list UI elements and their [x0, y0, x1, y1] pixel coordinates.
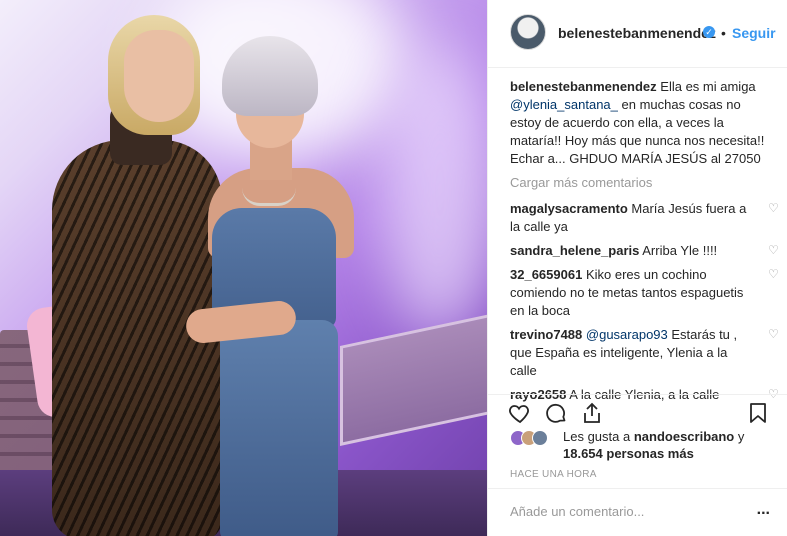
likes-count[interactable]: 18.654 personas más [563, 446, 694, 461]
heart-icon[interactable]: ♡ [768, 202, 780, 214]
comment-input[interactable]: Añade un comentario... [510, 504, 644, 519]
heart-icon[interactable]: ♡ [768, 328, 780, 340]
likes-prefix: Les gusta a [563, 429, 631, 444]
caption-mention[interactable]: @ylenia_santana_ [510, 97, 618, 112]
caption-username[interactable]: belenestebanmenendez [510, 79, 657, 94]
light-glow [380, 40, 487, 340]
list-item: trevino7488 @gusarapo93 Estarás tu , que… [510, 326, 779, 380]
comment-username[interactable]: trevino7488 [510, 327, 582, 342]
comment-bubble-icon[interactable] [544, 401, 568, 425]
background-crate [340, 314, 487, 446]
comment-mention[interactable]: @gusarapo93 [586, 327, 668, 342]
heart-icon[interactable] [508, 401, 532, 425]
likes-connector: y [737, 429, 745, 444]
more-options-icon[interactable]: ... [757, 501, 770, 519]
avatar[interactable] [510, 14, 546, 50]
bookmark-icon[interactable] [746, 401, 770, 425]
add-comment-bar: Añade un comentario... ... [488, 488, 787, 536]
likes-text: Les gusta a nandoescribano y 18.654 pers… [563, 428, 783, 462]
post-timestamp[interactable]: HACE UNA HORA [510, 469, 597, 480]
list-item: sandra_helene_paris Arriba Yle !!!! ♡ [510, 242, 779, 260]
comment-username[interactable]: sandra_helene_paris [510, 243, 639, 258]
heart-icon[interactable]: ♡ [768, 244, 780, 256]
share-icon[interactable] [580, 401, 604, 425]
comment-text: Arriba Yle !!!! [642, 243, 718, 258]
caption-text-before: Ella es mi amiga [660, 79, 756, 94]
heart-icon[interactable]: ♡ [768, 268, 780, 280]
caption: belenestebanmenendez Ella es mi amiga @y… [510, 78, 770, 168]
comment-username[interactable]: magalysacramento [510, 201, 628, 216]
separator-dot: • [721, 25, 726, 41]
list-item: magalysacramento María Jesús fuera a la … [510, 200, 779, 236]
post-header: belenestebanmenendez ✓ • Seguir [488, 0, 787, 68]
load-more-comments-button[interactable]: Cargar más comentarios [510, 174, 770, 192]
person-right-jeans [220, 320, 338, 536]
likes-user[interactable]: nandoescribano [634, 429, 734, 444]
comment-username[interactable]: 32_6659061 [510, 267, 582, 282]
list-item: 32_6659061 Kiko eres un cochino comiendo… [510, 266, 779, 320]
liker-avatar[interactable] [532, 430, 548, 446]
comments-list: belenestebanmenendez Ella es mi amiga @y… [510, 78, 779, 410]
post-photo[interactable] [0, 0, 487, 536]
post-side-panel: belenestebanmenendez ✓ • Seguir belenest… [487, 0, 787, 536]
person-left-face [124, 30, 194, 122]
follow-button[interactable]: Seguir [732, 25, 776, 41]
header-username[interactable]: belenestebanmenendez [558, 25, 716, 41]
action-bar [488, 394, 787, 430]
verified-badge-icon: ✓ [703, 26, 715, 38]
